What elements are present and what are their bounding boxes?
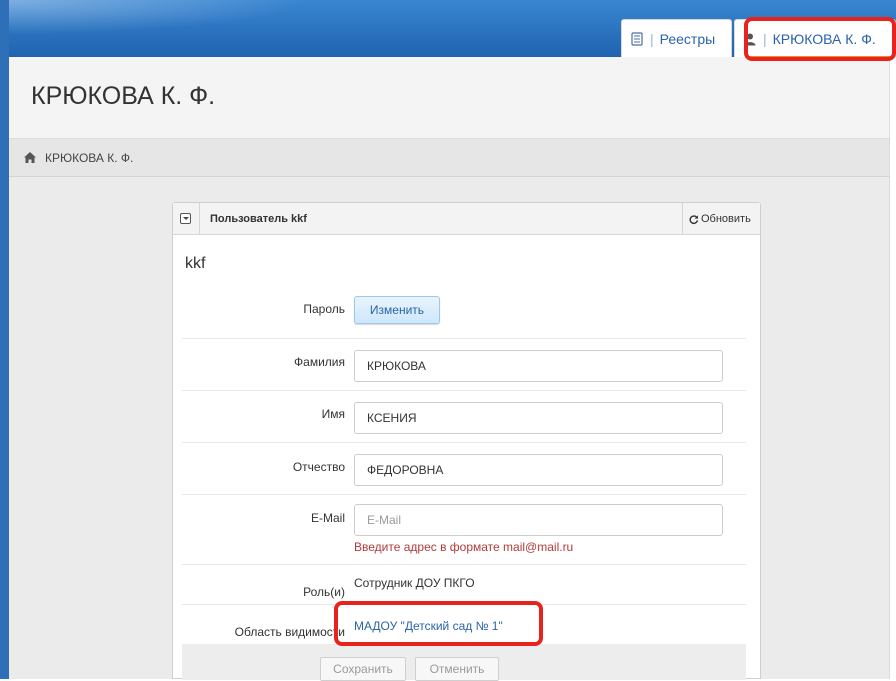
tab-separator: | bbox=[763, 30, 767, 47]
middlename-row: Отчество bbox=[182, 443, 746, 495]
user-panel: Пользователь kkf Обновить kkf Пароль Изм… bbox=[172, 202, 761, 681]
form-footer: Сохранить Отменить bbox=[182, 644, 746, 681]
lastname-label: Фамилия bbox=[294, 355, 345, 369]
email-field[interactable] bbox=[354, 504, 723, 536]
divider bbox=[682, 203, 683, 235]
tab-registries[interactable]: | Реестры bbox=[621, 19, 732, 57]
panel-title: Пользователь kkf bbox=[210, 213, 307, 225]
middlename-label: Отчество bbox=[292, 460, 345, 474]
tab-registries-label: Реестры bbox=[659, 30, 716, 47]
change-password-button[interactable]: Изменить bbox=[354, 296, 440, 324]
page-header: КРЮКОВА К. Ф. bbox=[9, 57, 896, 139]
email-row: E-Mail Введите адрес в формате mail@mail… bbox=[182, 495, 746, 565]
scope-link[interactable]: МАДОУ "Детский сад № 1" bbox=[354, 619, 503, 633]
scope-row: Область видимости МАДОУ "Детский сад № 1… bbox=[182, 605, 746, 644]
role-label: Роль(и) bbox=[303, 585, 345, 599]
right-edge bbox=[889, 57, 896, 679]
header-decoration bbox=[0, 0, 360, 40]
refresh-button[interactable]: Обновить bbox=[688, 213, 751, 225]
scope-label: Область видимости bbox=[234, 625, 345, 639]
tab-user-label: КРЮКОВА К. Ф. bbox=[772, 30, 876, 47]
firstname-field[interactable] bbox=[354, 402, 723, 434]
lastname-row: Фамилия bbox=[182, 339, 746, 391]
email-label: E-Mail bbox=[310, 511, 345, 525]
firstname-label: Имя bbox=[321, 407, 345, 421]
user-icon bbox=[744, 33, 756, 45]
home-icon[interactable] bbox=[23, 151, 37, 164]
page-title: КРЮКОВА К. Ф. bbox=[31, 82, 216, 110]
cancel-button[interactable]: Отменить bbox=[415, 657, 499, 681]
document-icon bbox=[631, 31, 643, 46]
email-error-message: Введите адрес в формате mail@mail.ru bbox=[354, 540, 574, 554]
divider bbox=[199, 203, 200, 235]
collapse-icon[interactable] bbox=[180, 213, 191, 224]
password-row: Пароль Изменить bbox=[182, 287, 746, 339]
user-login: kkf bbox=[185, 255, 206, 272]
middlename-field[interactable] bbox=[354, 454, 723, 486]
password-label: Пароль bbox=[303, 302, 345, 316]
left-frame-border bbox=[0, 0, 9, 679]
lastname-field[interactable] bbox=[354, 350, 723, 382]
tab-separator: | bbox=[650, 30, 654, 47]
breadcrumb-item-user[interactable]: КРЮКОВА К. Ф. bbox=[45, 151, 133, 165]
panel-header: Пользователь kkf Обновить bbox=[173, 203, 760, 235]
refresh-icon bbox=[689, 214, 699, 224]
save-button[interactable]: Сохранить bbox=[320, 657, 406, 681]
refresh-label: Обновить bbox=[701, 213, 751, 225]
role-value: Сотрудник ДОУ ПКГО bbox=[354, 576, 475, 590]
firstname-row: Имя bbox=[182, 391, 746, 443]
breadcrumb: КРЮКОВА К. Ф. bbox=[9, 139, 896, 177]
role-row: Роль(и) Сотрудник ДОУ ПКГО bbox=[182, 565, 746, 605]
tab-current-user[interactable]: | КРЮКОВА К. Ф. bbox=[734, 19, 896, 58]
